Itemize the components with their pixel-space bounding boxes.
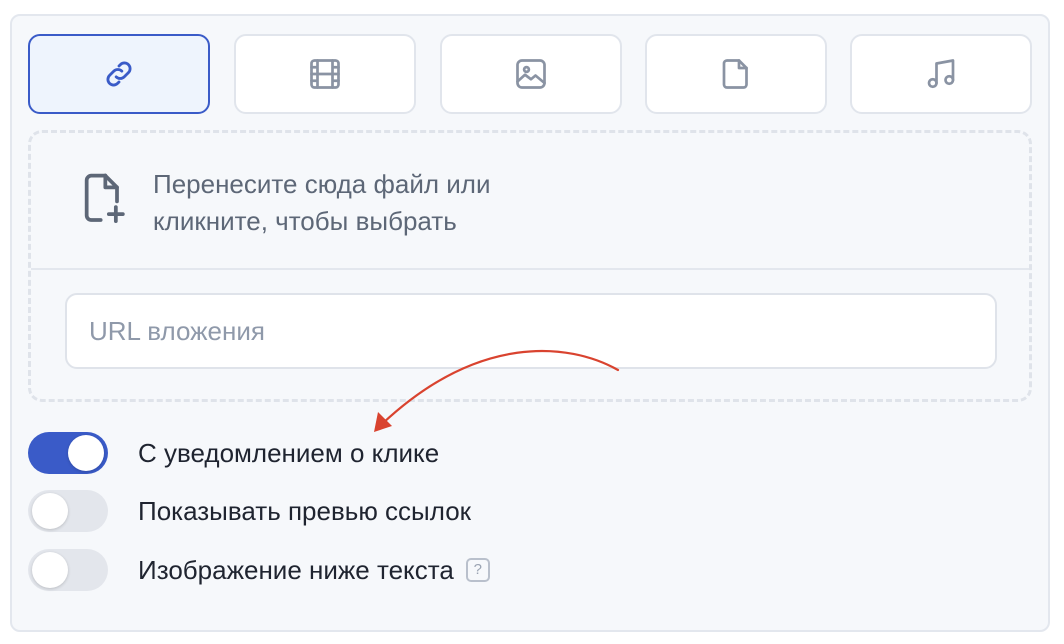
tab-video[interactable] <box>234 34 416 114</box>
dropzone-divider <box>31 268 1029 270</box>
toggle-knob <box>32 493 68 529</box>
music-icon <box>927 59 955 89</box>
image-below-text-toggle[interactable] <box>28 549 108 591</box>
document-icon <box>722 59 748 89</box>
click-notification-toggle[interactable] <box>28 432 108 474</box>
link-preview-label: Показывать превью ссылок <box>138 496 472 526</box>
tab-audio[interactable] <box>850 34 1032 114</box>
image-below-text-label-wrap: Изображение ниже текста? <box>138 553 490 587</box>
toggle-row-image-below-text: Изображение ниже текста? <box>28 549 728 591</box>
link-icon <box>106 61 132 87</box>
film-icon <box>310 59 340 89</box>
toggle-row-click-notification: С уведомлением о клике <box>28 432 728 474</box>
dropzone-text-line1: Перенесите сюда файл или <box>153 169 491 199</box>
toggle-knob <box>32 552 68 588</box>
file-plus-icon <box>84 173 125 224</box>
help-icon[interactable]: ? <box>465 558 490 583</box>
toggle-row-link-preview: Показывать превью ссылок <box>28 490 728 532</box>
tab-link[interactable] <box>28 34 210 114</box>
toggle-knob <box>68 435 104 471</box>
image-icon <box>516 59 546 89</box>
tab-document[interactable] <box>645 34 827 114</box>
link-preview-toggle[interactable] <box>28 490 108 532</box>
image-below-text-label: Изображение ниже текста <box>138 555 454 585</box>
tab-image[interactable] <box>440 34 622 114</box>
dropzone-text-line2: кликните, чтобы выбрать <box>153 206 457 236</box>
dropzone-instructions: Перенесите сюда файл или кликните, чтобы… <box>153 166 673 240</box>
file-drop-area[interactable]: Перенесите сюда файл или кликните, чтобы… <box>31 133 1029 268</box>
red-arrow-icon <box>374 349 620 432</box>
click-notification-label: С уведомлением о клике <box>138 438 440 468</box>
